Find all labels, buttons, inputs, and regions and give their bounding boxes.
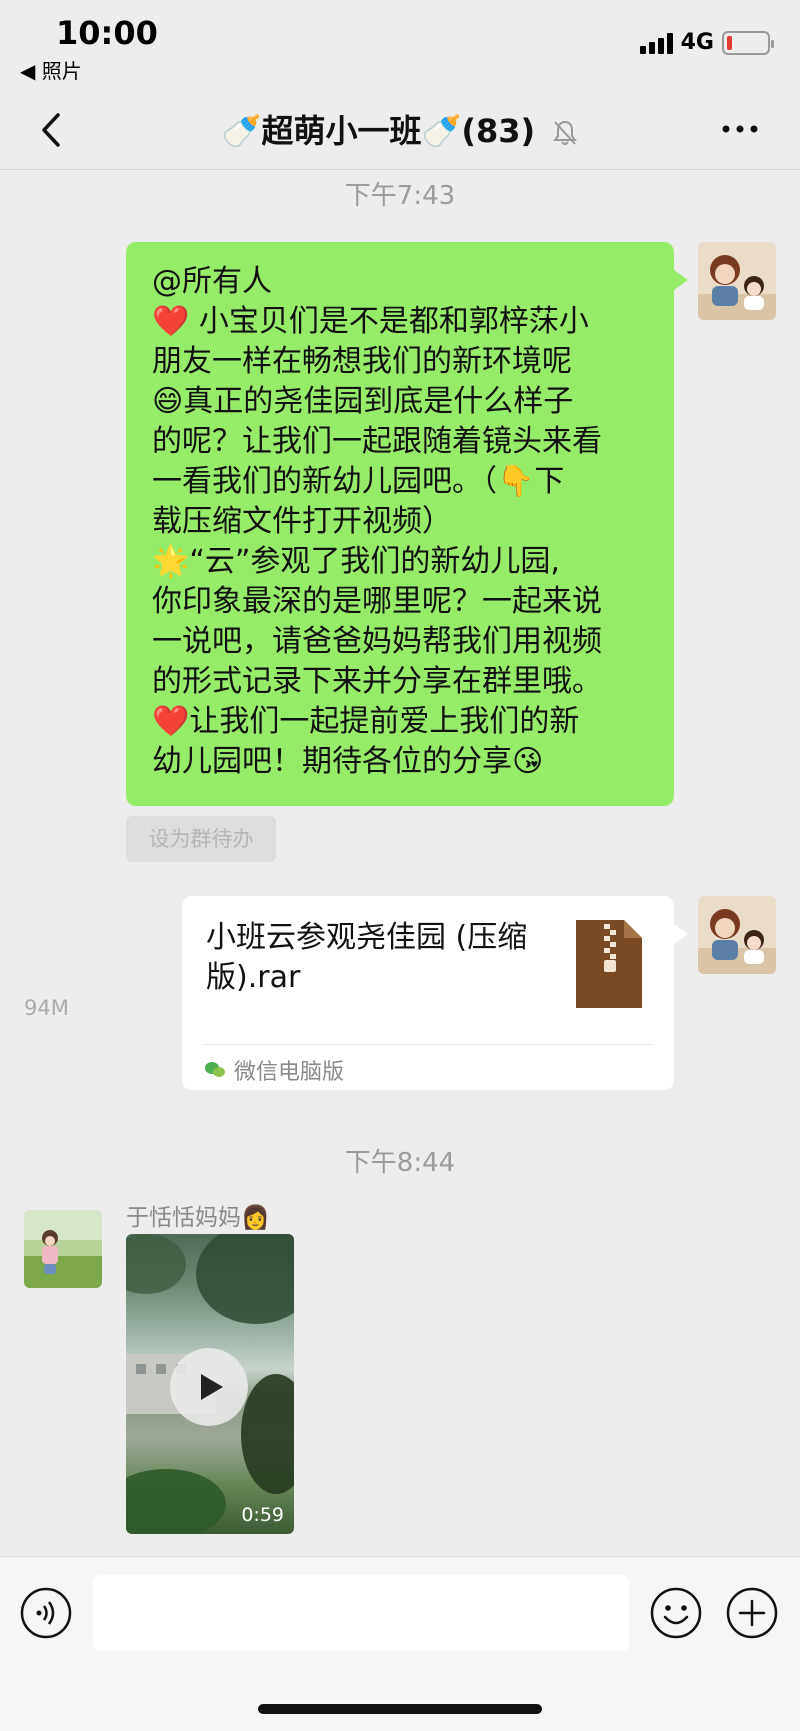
- home-indicator[interactable]: [258, 1704, 542, 1714]
- message-line: 幼儿园吧！期待各位的分享😘: [152, 744, 544, 779]
- sender-name: 于恬恬妈妈👩: [126, 1205, 270, 1231]
- play-icon[interactable]: [170, 1348, 248, 1426]
- file-message-card[interactable]: 小班云参观尧佳园 (压缩版).rar 微信电脑版: [182, 896, 688, 1090]
- timestamp: 下午8:44: [344, 1148, 456, 1178]
- announcement-message-bubble[interactable]: @所有人 ❤️ 小宝贝们是不是都和郭梓莯小 朋友一样在畅想我们的新环境呢 😄真正…: [126, 242, 688, 806]
- avatar-photo-icon: [698, 896, 776, 974]
- message-line: ❤️ 小宝贝们是不是都和郭梓莯小: [152, 304, 589, 339]
- message-line: 你印象最深的是哪里呢？一起来说: [152, 584, 602, 619]
- add-more-icon[interactable]: [726, 1587, 778, 1639]
- file-name: 小班云参观尧佳园 (压缩版).rar: [206, 920, 528, 995]
- set-group-todo-button[interactable]: 设为群待办: [126, 816, 276, 862]
- sender-avatar[interactable]: [24, 1210, 102, 1288]
- wechat-logo-icon: [205, 1062, 225, 1077]
- zip-file-icon: [576, 920, 642, 1008]
- message-line: 一看我们的新幼儿园吧。（👇下: [152, 464, 565, 499]
- message-line: 朋友一样在畅想我们的新环境呢: [152, 344, 572, 379]
- video-message[interactable]: 0:59: [126, 1234, 294, 1534]
- self-avatar[interactable]: [698, 896, 776, 974]
- chat-header: 🍼超萌小一班🍼(83): [0, 88, 800, 170]
- emoji-icon[interactable]: [650, 1587, 702, 1639]
- battery-icon: [722, 30, 774, 55]
- divider: [204, 1044, 652, 1045]
- message-line: 的呢？让我们一起跟随着镜头来看: [152, 424, 602, 459]
- message-line: 载压缩文件打开视频）: [152, 504, 452, 539]
- self-avatar[interactable]: [698, 242, 776, 320]
- chat-title: 🍼超萌小一班🍼(83): [0, 106, 800, 152]
- mute-bell-icon: [553, 120, 578, 145]
- message-line: 的形式记录下来并分享在群里哦。: [152, 664, 602, 699]
- chat-title-text: 🍼超萌小一班🍼(83): [221, 112, 536, 150]
- timestamp: 下午7:43: [344, 181, 456, 211]
- status-time: 10:00: [56, 14, 158, 52]
- voice-input-icon[interactable]: [20, 1587, 72, 1639]
- message-line: 一说吧，请爸爸妈妈帮我们用视频: [152, 624, 602, 659]
- message-line: 🌟“云”参观了我们的新幼儿园,: [152, 544, 560, 579]
- status-indicators: 4G: [639, 30, 774, 55]
- file-size: 94M: [24, 996, 69, 1020]
- file-source: 微信电脑版: [204, 1054, 344, 1086]
- signal-icon: [639, 32, 673, 54]
- message-input[interactable]: [93, 1575, 629, 1651]
- back-to-photos-link[interactable]: ◀ 照片: [20, 55, 82, 84]
- network-type: 4G: [680, 30, 714, 55]
- avatar-photo-icon: [698, 242, 776, 320]
- message-line: 😄真正的尧佳园到底是什么样子: [152, 384, 574, 419]
- video-duration: 0:59: [241, 1504, 284, 1526]
- avatar-photo-icon: [24, 1210, 102, 1288]
- more-options-icon[interactable]: [720, 114, 760, 144]
- file-source-label: 微信电脑版: [234, 1060, 345, 1085]
- status-bar: 10:00 ◀ 照片 4G: [0, 0, 800, 88]
- message-line: @所有人: [152, 264, 272, 299]
- message-line: ❤️让我们一起提前爱上我们的新: [152, 704, 580, 739]
